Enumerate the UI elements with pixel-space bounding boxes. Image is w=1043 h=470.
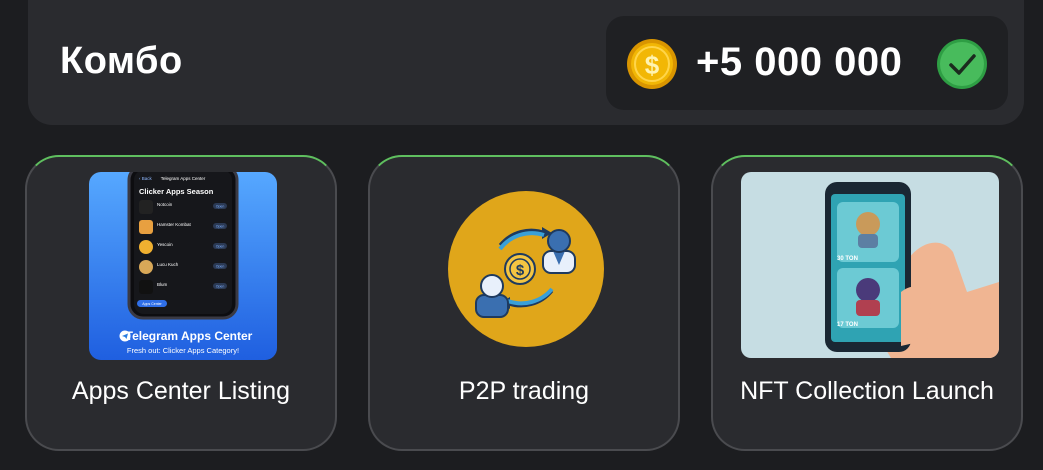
combo-card-p2p-trading[interactable]: $ P2P trading	[368, 155, 680, 451]
svg-text:Lucu Kuch: Lucu Kuch	[157, 262, 179, 267]
svg-text:Blum: Blum	[157, 282, 168, 287]
card-label: Apps Center Listing	[71, 377, 291, 405]
app-header-title: Telegram Apps Center	[161, 176, 206, 181]
nft-price: 30 TON	[837, 256, 858, 262]
season-heading: Clicker Apps Season	[139, 187, 214, 196]
banner-title: Telegram Apps Center	[126, 329, 253, 343]
banner-subtitle: Fresh out: Clicker Apps Category!	[127, 346, 239, 355]
svg-text:Open: Open	[216, 225, 225, 229]
svg-text:$: $	[645, 50, 660, 80]
svg-text:$: $	[516, 262, 525, 279]
nft-price: 17 TON	[837, 322, 858, 328]
back-link: ‹ Back	[139, 176, 153, 181]
reward-panel: $ +5 000 000	[606, 16, 1008, 110]
page-title: Комбо	[60, 40, 183, 82]
nft-character-icon	[856, 278, 880, 302]
svg-text:Notcoin: Notcoin	[157, 202, 173, 207]
svg-text:Open: Open	[216, 245, 225, 249]
combo-card-nft-launch[interactable]: 30 TON 17 TON NFT Collection Launch	[711, 155, 1023, 451]
combo-card-apps-center[interactable]: ‹ Back Telegram Apps Center Clicker Apps…	[25, 155, 337, 451]
svg-text:Open: Open	[216, 205, 225, 209]
nft-phone-illustration: 30 TON 17 TON	[741, 172, 999, 358]
svg-text:Yescoin: Yescoin	[157, 242, 173, 247]
svg-text:Open: Open	[216, 285, 225, 289]
coin-icon: $	[627, 39, 677, 89]
p2p-exchange-icon: $	[448, 191, 604, 347]
bottom-tab: Apps Center	[142, 302, 162, 306]
apps-center-image: ‹ Back Telegram Apps Center Clicker Apps…	[89, 172, 277, 360]
card-label: P2P trading	[458, 377, 590, 405]
reward-amount: +5 000 000	[696, 40, 903, 84]
checkmark-icon	[937, 39, 987, 89]
svg-text:Hamster Kombat: Hamster Kombat	[157, 222, 192, 227]
nft-character-icon	[856, 212, 880, 236]
card-label: NFT Collection Launch	[740, 377, 994, 405]
nft-launch-image: 30 TON 17 TON	[741, 172, 999, 358]
combo-header: Комбо $ +5 000 000	[28, 0, 1024, 125]
svg-text:Open: Open	[216, 265, 225, 269]
apps-center-illustration: ‹ Back Telegram Apps Center Clicker Apps…	[89, 172, 277, 360]
